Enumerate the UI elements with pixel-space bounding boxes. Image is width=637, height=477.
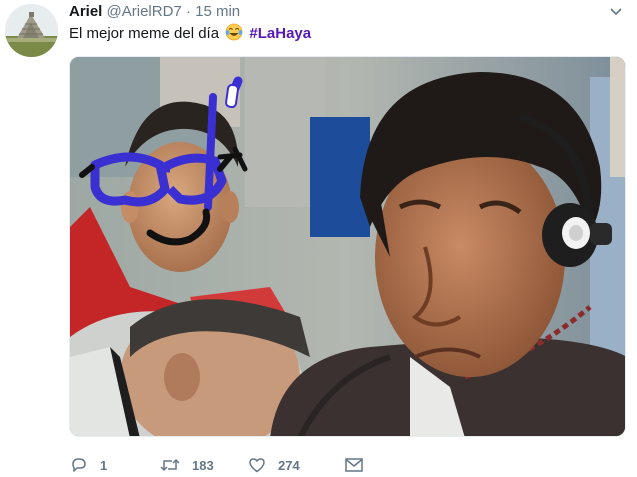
envelope-icon xyxy=(345,458,363,472)
author-handle[interactable]: @ArielRD7 xyxy=(107,3,182,20)
tweet-text: El mejor meme del día #LaHaya xyxy=(69,23,311,45)
reply-button[interactable]: 1 xyxy=(70,456,160,474)
tweet-actions: 1 183 274 xyxy=(70,455,364,475)
hashtag-link[interactable]: #LaHaya xyxy=(249,25,311,42)
pyramid-avatar-image xyxy=(5,4,58,57)
meme-photo xyxy=(70,57,625,436)
like-button[interactable]: 274 xyxy=(248,456,344,474)
tweet-media-image[interactable] xyxy=(69,56,626,437)
tears-of-joy-emoji-icon xyxy=(225,23,243,41)
avatar[interactable] xyxy=(5,4,58,57)
separator-dot: · xyxy=(185,3,191,20)
tweet: Ariel @ArielRD7 · 15 min El mejor meme d… xyxy=(0,0,637,477)
chevron-down-icon[interactable] xyxy=(606,4,626,20)
author-name[interactable]: Ariel xyxy=(69,3,102,20)
direct-message-button[interactable] xyxy=(344,456,364,474)
like-count: 274 xyxy=(278,457,300,473)
retweet-icon xyxy=(160,458,180,472)
retweet-count: 183 xyxy=(192,457,214,473)
retweet-button[interactable]: 183 xyxy=(160,456,248,474)
reply-icon xyxy=(72,458,86,472)
tweet-time[interactable]: 15 min xyxy=(195,3,240,20)
tweet-header: Ariel @ArielRD7 · 15 min xyxy=(69,2,240,22)
heart-icon xyxy=(249,458,265,473)
reply-count: 1 xyxy=(100,457,108,473)
tweet-body: El mejor meme del día xyxy=(69,25,220,42)
